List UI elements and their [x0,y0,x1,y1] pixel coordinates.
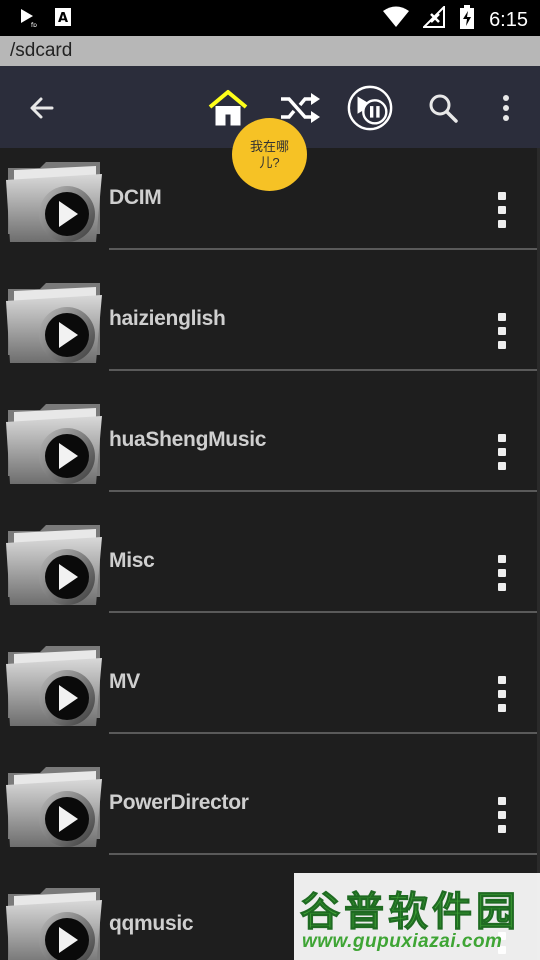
folder-row[interactable]: Misc [0,513,540,634]
divider [109,369,540,371]
battery-charging-icon [459,5,475,34]
divider [109,732,540,734]
folder-name: huaShengMusic [109,428,267,451]
home-icon [208,90,248,126]
more-dot [498,811,506,819]
current-path: /sdcard [0,36,540,66]
back-button[interactable] [18,84,66,132]
folder-name: PowerDirector [109,791,249,814]
tooltip-text: 我在哪儿? [249,138,289,170]
divider [109,611,540,613]
music-folder-icon [6,767,102,847]
svg-text:fp: fp [31,22,37,27]
music-folder-icon [6,646,102,726]
back-arrow-icon [30,97,54,119]
play-pause-icon [347,85,393,131]
folder-row[interactable]: PowerDirector [0,755,540,876]
more-dot [498,797,506,805]
folder-row[interactable]: haizienglish [0,271,540,392]
more-dot [498,690,506,698]
music-folder-icon [6,525,102,605]
music-folder-icon [6,888,102,960]
folder-name: haizienglish [109,307,226,330]
more-dot [498,192,506,200]
more-dot [498,704,506,712]
play-pause-button[interactable] [346,84,394,132]
folder-more-button[interactable] [490,192,514,228]
folder-more-button[interactable] [490,797,514,833]
folder-name: qqmusic [109,912,194,935]
more-dot [498,313,506,321]
music-folder-icon [6,404,102,484]
folder-more-button[interactable] [490,313,514,349]
music-folder-icon [6,283,102,363]
more-dot [498,448,506,456]
status-bar: fp A 6:15 [0,0,540,36]
folder-more-button[interactable] [490,676,514,712]
svg-text:A: A [58,11,68,26]
shuffle-icon [281,93,320,123]
overflow-menu-button[interactable] [482,84,530,132]
where-am-i-tooltip: 我在哪儿? [232,118,307,191]
watermark-url: www.gupuxiazai.com [302,931,503,952]
folder-row[interactable]: MV [0,634,540,755]
more-dot [498,220,506,228]
more-dot [498,462,506,470]
more-dot [498,434,506,442]
divider [109,853,540,855]
folder-more-button[interactable] [490,555,514,591]
wifi-icon [383,6,410,33]
folder-name: Misc [109,549,155,572]
divider [109,490,540,492]
overflow-menu-icon [503,95,509,121]
a-notification-icon: A [54,7,72,32]
watermark-title: 谷普软件园 [300,890,520,935]
more-dot [498,676,506,684]
music-folder-icon [6,162,102,242]
folder-list[interactable]: DCIM haizienglish huaShengMusic Misc MV … [0,148,540,960]
folder-name: MV [109,670,140,693]
play-notification-icon: fp [18,7,38,32]
search-icon [429,94,458,123]
more-dot [498,555,506,563]
more-dot [498,341,506,349]
more-dot [498,327,506,335]
watermark: 谷普软件园 www.gupuxiazai.com [294,873,540,960]
search-button[interactable] [419,84,467,132]
no-signal-icon [421,4,446,33]
divider [109,248,540,250]
home-button[interactable] [204,84,252,132]
folder-more-button[interactable] [490,434,514,470]
folder-name: DCIM [109,186,162,209]
more-dot [498,569,506,577]
folder-row[interactable]: huaShengMusic [0,392,540,513]
more-dot [498,825,506,833]
more-dot [498,206,506,214]
more-dot [498,583,506,591]
clock: 6:15 [489,8,528,31]
